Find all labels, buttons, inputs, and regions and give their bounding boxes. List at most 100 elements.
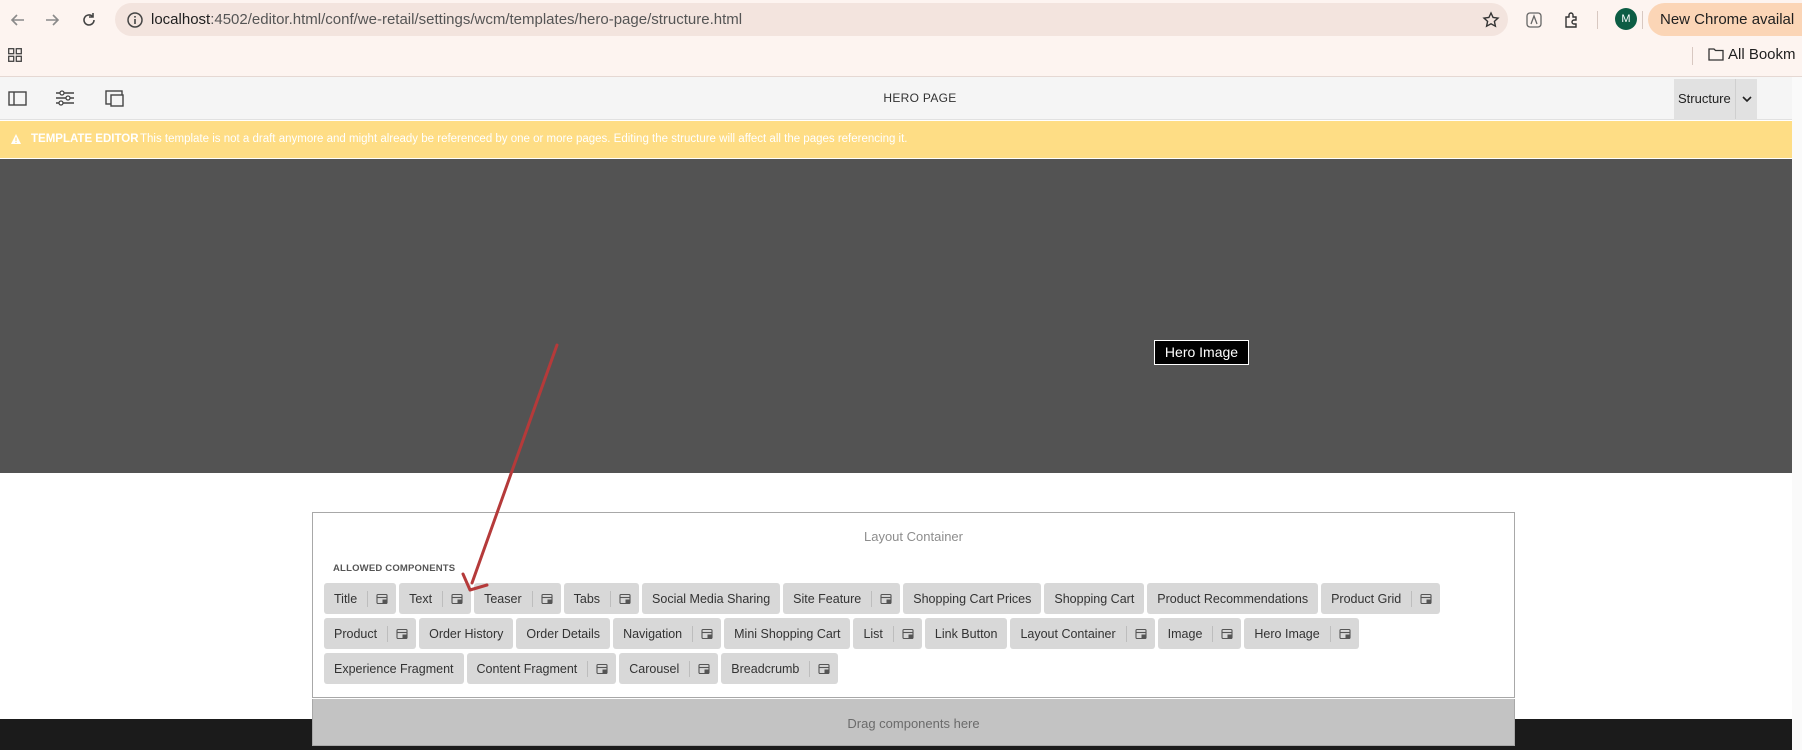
apps-grid-icon[interactable] <box>8 48 22 62</box>
component-chip[interactable]: Teaser <box>474 583 561 614</box>
site-info-icon[interactable] <box>126 11 144 29</box>
component-policy-icon[interactable] <box>693 618 721 649</box>
forward-button[interactable] <box>40 8 64 32</box>
component-chip-label: Teaser <box>484 591 522 606</box>
component-row: Title Text Teaser Tabs Social Media Sharing S… <box>324 583 1441 614</box>
component-policy-icon[interactable] <box>611 583 639 614</box>
component-chip[interactable]: Product Recommendations <box>1147 583 1319 614</box>
profile-avatar[interactable]: M <box>1615 8 1637 30</box>
component-chip[interactable]: Layout Container <box>1010 618 1155 649</box>
component-chip-label: Product Grid <box>1331 591 1402 606</box>
component-chip[interactable]: Link Button <box>924 618 1008 649</box>
scrollbar-track[interactable] <box>1792 77 1802 750</box>
hero-image-label: Hero Image <box>1154 340 1249 365</box>
component-policy-icon[interactable] <box>1127 618 1155 649</box>
warning-icon <box>11 134 21 144</box>
component-chip[interactable]: Shopping Cart Prices <box>903 583 1042 614</box>
component-chip-label: Carousel <box>629 661 680 676</box>
address-bar[interactable]: localhost:4502/editor.html/conf/we-retai… <box>115 3 1508 36</box>
page-properties-icon[interactable] <box>53 87 77 109</box>
component-chip[interactable]: Title <box>324 583 397 614</box>
component-chip[interactable]: Carousel <box>619 653 719 684</box>
extension-icon <box>1526 12 1542 28</box>
component-chip-label: Link Button <box>934 626 998 641</box>
component-chip-label: Title <box>334 591 358 606</box>
browser-top-bar: localhost:4502/editor.html/conf/we-retai… <box>0 0 1802 40</box>
component-policy-icon[interactable] <box>810 653 838 684</box>
toolbar-divider <box>1597 11 1598 29</box>
new-chrome-available-button[interactable]: New Chrome availal <box>1648 3 1802 36</box>
component-policy-icon[interactable] <box>1331 618 1359 649</box>
alert-title: TEMPLATE EDITOR <box>31 133 139 145</box>
bookmarks-bar <box>0 40 1802 77</box>
page-title: HERO PAGE <box>883 91 957 105</box>
component-chip-label: Social Media Sharing <box>652 591 771 606</box>
component-chip-label: Navigation <box>623 626 683 641</box>
component-chip[interactable]: Shopping Cart <box>1044 583 1145 614</box>
component-chip[interactable]: Experience Fragment <box>324 653 464 684</box>
component-chip[interactable]: Text <box>399 583 472 614</box>
all-bookmarks-button[interactable]: All Bookm <box>1708 46 1796 63</box>
component-chip-label: Layout Container <box>1020 626 1116 641</box>
component-chip[interactable]: Social Media Sharing <box>642 583 781 614</box>
reload-button[interactable] <box>77 8 101 32</box>
component-chip-label: Product <box>334 626 378 641</box>
hero-image-component[interactable] <box>0 159 1792 473</box>
mode-selector[interactable]: Structure <box>1674 79 1757 119</box>
back-arrow-icon <box>10 14 24 26</box>
forward-arrow-icon <box>46 14 60 26</box>
component-chip[interactable]: Hero Image <box>1244 618 1359 649</box>
back-button[interactable] <box>6 8 30 32</box>
component-chip-label: Experience Fragment <box>334 661 454 676</box>
component-policy-icon[interactable] <box>388 618 416 649</box>
component-chip[interactable]: Product <box>324 618 417 649</box>
component-chip-label: Order History <box>429 626 504 641</box>
folder-icon <box>1708 48 1724 61</box>
component-chip[interactable]: Breadcrumb <box>721 653 839 684</box>
component-chip[interactable]: Site Feature <box>783 583 901 614</box>
component-chip-label: Order Details <box>526 626 601 641</box>
component-chip[interactable]: Content Fragment <box>466 653 617 684</box>
component-chip-label: Breadcrumb <box>731 661 800 676</box>
component-policy-icon[interactable] <box>1213 618 1241 649</box>
drag-components-dropzone[interactable]: Drag components here <box>312 699 1515 746</box>
component-row: Product Order History Order Details Navigat… <box>324 618 1359 649</box>
component-policy-icon[interactable] <box>533 583 561 614</box>
component-chip[interactable]: Navigation <box>613 618 722 649</box>
component-chip-label: Content Fragment <box>476 661 578 676</box>
component-policy-icon[interactable] <box>690 653 718 684</box>
component-chip-label: Hero Image <box>1254 626 1320 641</box>
component-policy-icon[interactable] <box>443 583 471 614</box>
mode-divider <box>1735 79 1736 119</box>
side-panel-icon[interactable] <box>6 87 30 109</box>
component-chip-label: Text <box>409 591 433 606</box>
component-chip[interactable]: List <box>853 618 922 649</box>
bookmarks-divider <box>1692 47 1693 65</box>
component-chip[interactable]: Product Grid <box>1321 583 1441 614</box>
component-chip[interactable]: Mini Shopping Cart <box>724 618 851 649</box>
component-chip[interactable]: Order History <box>419 618 514 649</box>
chevron-down-icon <box>1742 96 1752 103</box>
extension-button[interactable] <box>1523 9 1545 31</box>
component-policy-icon[interactable] <box>368 583 396 614</box>
url-text: localhost:4502/editor.html/conf/we-retai… <box>151 11 743 28</box>
extensions-menu-button[interactable] <box>1561 9 1583 31</box>
component-policy-icon[interactable] <box>872 583 900 614</box>
mode-label: Structure <box>1678 91 1731 106</box>
layout-container-title: Layout Container <box>863 529 963 544</box>
emulator-icon[interactable] <box>103 87 127 109</box>
star-icon[interactable] <box>1482 11 1500 29</box>
component-policy-icon[interactable] <box>588 653 616 684</box>
component-policy-icon[interactable] <box>1412 583 1440 614</box>
component-chip[interactable]: Tabs <box>563 583 640 614</box>
puzzle-icon <box>1565 12 1577 28</box>
alert-message: This template is not a draft anymore and… <box>140 133 908 145</box>
editor-toolbar: HERO PAGE Structure <box>0 77 1802 120</box>
component-policy-icon[interactable] <box>894 618 922 649</box>
dropzone-label: Drag components here <box>847 716 980 731</box>
component-chip[interactable]: Order Details <box>516 618 611 649</box>
layout-container[interactable]: Layout Container ALLOWED COMPONENTS Titl… <box>312 512 1515 698</box>
allowed-components-heading: ALLOWED COMPONENTS <box>333 563 456 574</box>
component-chip-label: Mini Shopping Cart <box>734 626 841 641</box>
component-chip[interactable]: Image <box>1157 618 1242 649</box>
